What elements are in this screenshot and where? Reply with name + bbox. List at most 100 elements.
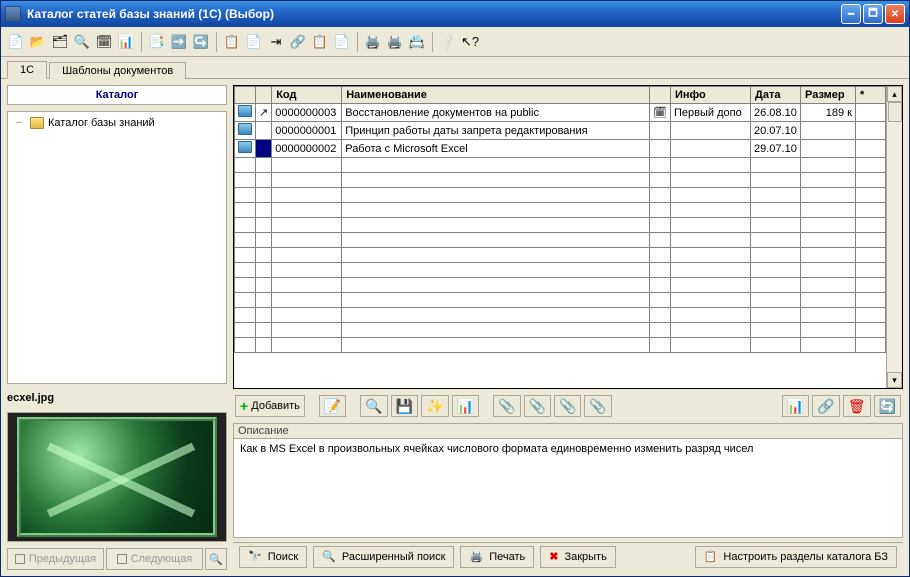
table-row[interactable] (235, 218, 886, 233)
magnifier-icon: 🔍 (322, 550, 336, 563)
toolbar-icon-4[interactable]: 🔍 (73, 33, 91, 51)
table-row[interactable]: 0000000002Работа с Microsoft Excel29.07.… (235, 140, 886, 158)
data-grid[interactable]: Код Наименование Инфо Дата Размер * ↗000… (234, 86, 886, 353)
table-row[interactable] (235, 173, 886, 188)
printer-icon: 🖨️ (469, 550, 483, 563)
config-catalog-button[interactable]: 📋Настроить разделы каталога БЗ (695, 546, 897, 568)
print-button[interactable]: 🖨️Печать (460, 546, 534, 568)
del-button[interactable]: 🗑 (843, 395, 871, 417)
toolbar-icon-2[interactable]: 📂 (29, 33, 47, 51)
toolbar-icon-18[interactable]: 📇 (408, 33, 426, 51)
toolbar-whatsthis-icon[interactable]: ↖? (461, 33, 479, 51)
table-row[interactable] (235, 263, 886, 278)
close-button[interactable]: ✖Закрыть (540, 546, 616, 568)
catalog-tree[interactable]: − Каталог базы знаний (7, 111, 227, 384)
copy3-button[interactable]: 📎 (554, 395, 581, 417)
copy2-button[interactable]: 📎 (524, 395, 551, 417)
toolbar-sep-2 (216, 32, 217, 52)
export-button[interactable]: 📊 (782, 395, 809, 417)
col-star[interactable]: * (856, 87, 886, 104)
refresh-button[interactable]: 🔄 (874, 395, 901, 417)
next-button[interactable]: Следующая (106, 548, 203, 570)
toolbar-sep-1 (141, 32, 142, 52)
edit-button[interactable]: 📝 (319, 395, 346, 417)
save-button[interactable]: 💾 (391, 395, 418, 417)
col-mark[interactable] (256, 87, 272, 104)
col-info[interactable]: Инфо (671, 87, 751, 104)
toolbar-icon-14[interactable]: 📋 (311, 33, 329, 51)
toolbar-icon-3[interactable]: 🗂 (51, 33, 69, 51)
link-button[interactable]: 🔗 (812, 395, 839, 417)
minimize-button[interactable]: 🗕 (841, 4, 861, 24)
maximize-button[interactable]: 🗖 (863, 4, 883, 24)
toolbar-icon-8[interactable]: ➡️ (170, 33, 188, 51)
col-flag[interactable] (650, 87, 671, 104)
scroll-down-button[interactable]: ▾ (887, 372, 902, 388)
tab-templates[interactable]: Шаблоны документов (49, 62, 186, 79)
x-icon: ✖ (549, 550, 558, 563)
col-date[interactable]: Дата (751, 87, 801, 104)
table-row[interactable] (235, 248, 886, 263)
search-button[interactable]: 🔭Поиск (239, 546, 307, 568)
tree-expand-icon[interactable]: − (12, 117, 26, 129)
plus-icon: + (240, 399, 248, 413)
adv-search-button[interactable]: 🔍Расширенный поиск (313, 546, 454, 568)
toolbar-icon-15[interactable]: 📄 (333, 33, 351, 51)
table-row[interactable] (235, 323, 886, 338)
tab-1c[interactable]: 1С (7, 61, 47, 79)
table-row[interactable] (235, 308, 886, 323)
table-row[interactable] (235, 278, 886, 293)
copy4-button[interactable]: 📎 (584, 395, 611, 417)
tree-root-label: Каталог базы знаний (48, 117, 155, 129)
table-row[interactable] (235, 293, 886, 308)
col-code[interactable]: Код (272, 87, 342, 104)
prev-button[interactable]: Предыдущая (7, 548, 104, 570)
row-folder-icon (238, 141, 252, 153)
toolbar-icon-12[interactable]: ⇥ (267, 33, 285, 51)
toolbar-icon-17[interactable]: 🖨️ (386, 33, 404, 51)
row-folder-icon (238, 105, 252, 117)
description-box: Описание Как в MS Excel в произвольных я… (233, 423, 903, 538)
toolbar-icon-11[interactable]: 📄 (245, 33, 263, 51)
preview-search-button[interactable]: 🔍 (205, 548, 227, 570)
tree-root-item[interactable]: − Каталог базы знаний (12, 116, 222, 130)
close-window-button[interactable]: ✕ (885, 4, 905, 24)
scroll-track[interactable] (887, 102, 902, 372)
toolbar-icon-13[interactable]: 🔗 (289, 33, 307, 51)
add-button[interactable]: + Добавить (235, 395, 305, 417)
toolbar-icon-10[interactable]: 📋 (223, 33, 241, 51)
toolbar-icon-1[interactable]: 📄 (7, 33, 25, 51)
copy4-icon: 📎 (589, 399, 606, 413)
table-row[interactable] (235, 233, 886, 248)
scroll-up-button[interactable]: ▴ (887, 86, 902, 102)
col-icon[interactable] (235, 87, 256, 104)
table-row[interactable]: 0000000001Принцип работы даты запрета ре… (235, 122, 886, 140)
table-row[interactable] (235, 338, 886, 353)
toolbar-icon-7[interactable]: 📑 (148, 33, 166, 51)
toolbar-icon-16[interactable]: 🖨️ (364, 33, 382, 51)
refresh-icon: 🔄 (879, 399, 896, 413)
copy-button[interactable]: 📎 (493, 395, 520, 417)
toolbar-icon-6[interactable]: 📊 (117, 33, 135, 51)
preview-nav: Предыдущая Следующая 🔍 (7, 548, 227, 570)
wizard-button[interactable]: ✨ (421, 395, 448, 417)
grid-vscrollbar[interactable]: ▴ ▾ (886, 86, 902, 388)
zoom-button[interactable]: 🔍 (360, 395, 387, 417)
copy3-icon: 📎 (559, 399, 576, 413)
table-row[interactable] (235, 158, 886, 173)
col-size[interactable]: Размер (801, 87, 856, 104)
table-row[interactable] (235, 188, 886, 203)
scroll-thumb[interactable] (888, 102, 902, 122)
table-row[interactable] (235, 203, 886, 218)
toolbar-icon-5[interactable]: 🗓 (95, 33, 113, 51)
grid-scroll[interactable]: Код Наименование Инфо Дата Размер * ↗000… (234, 86, 886, 388)
chart-button[interactable]: 📊 (452, 395, 479, 417)
row-folder-icon (238, 123, 252, 135)
description-text[interactable]: Как в MS Excel в произвольных ячейках чи… (234, 438, 902, 537)
del-icon: 🗑 (848, 399, 866, 413)
col-name[interactable]: Наименование (342, 87, 650, 104)
toolbar-icon-9[interactable]: ↪️ (192, 33, 210, 51)
toolbar-help-icon[interactable]: ❔ (439, 33, 457, 51)
table-row[interactable]: ↗0000000003Восстановление документов на … (235, 104, 886, 122)
bottom-toolbar: 🔭Поиск 🔍Расширенный поиск 🖨️Печать ✖Закр… (233, 542, 903, 570)
